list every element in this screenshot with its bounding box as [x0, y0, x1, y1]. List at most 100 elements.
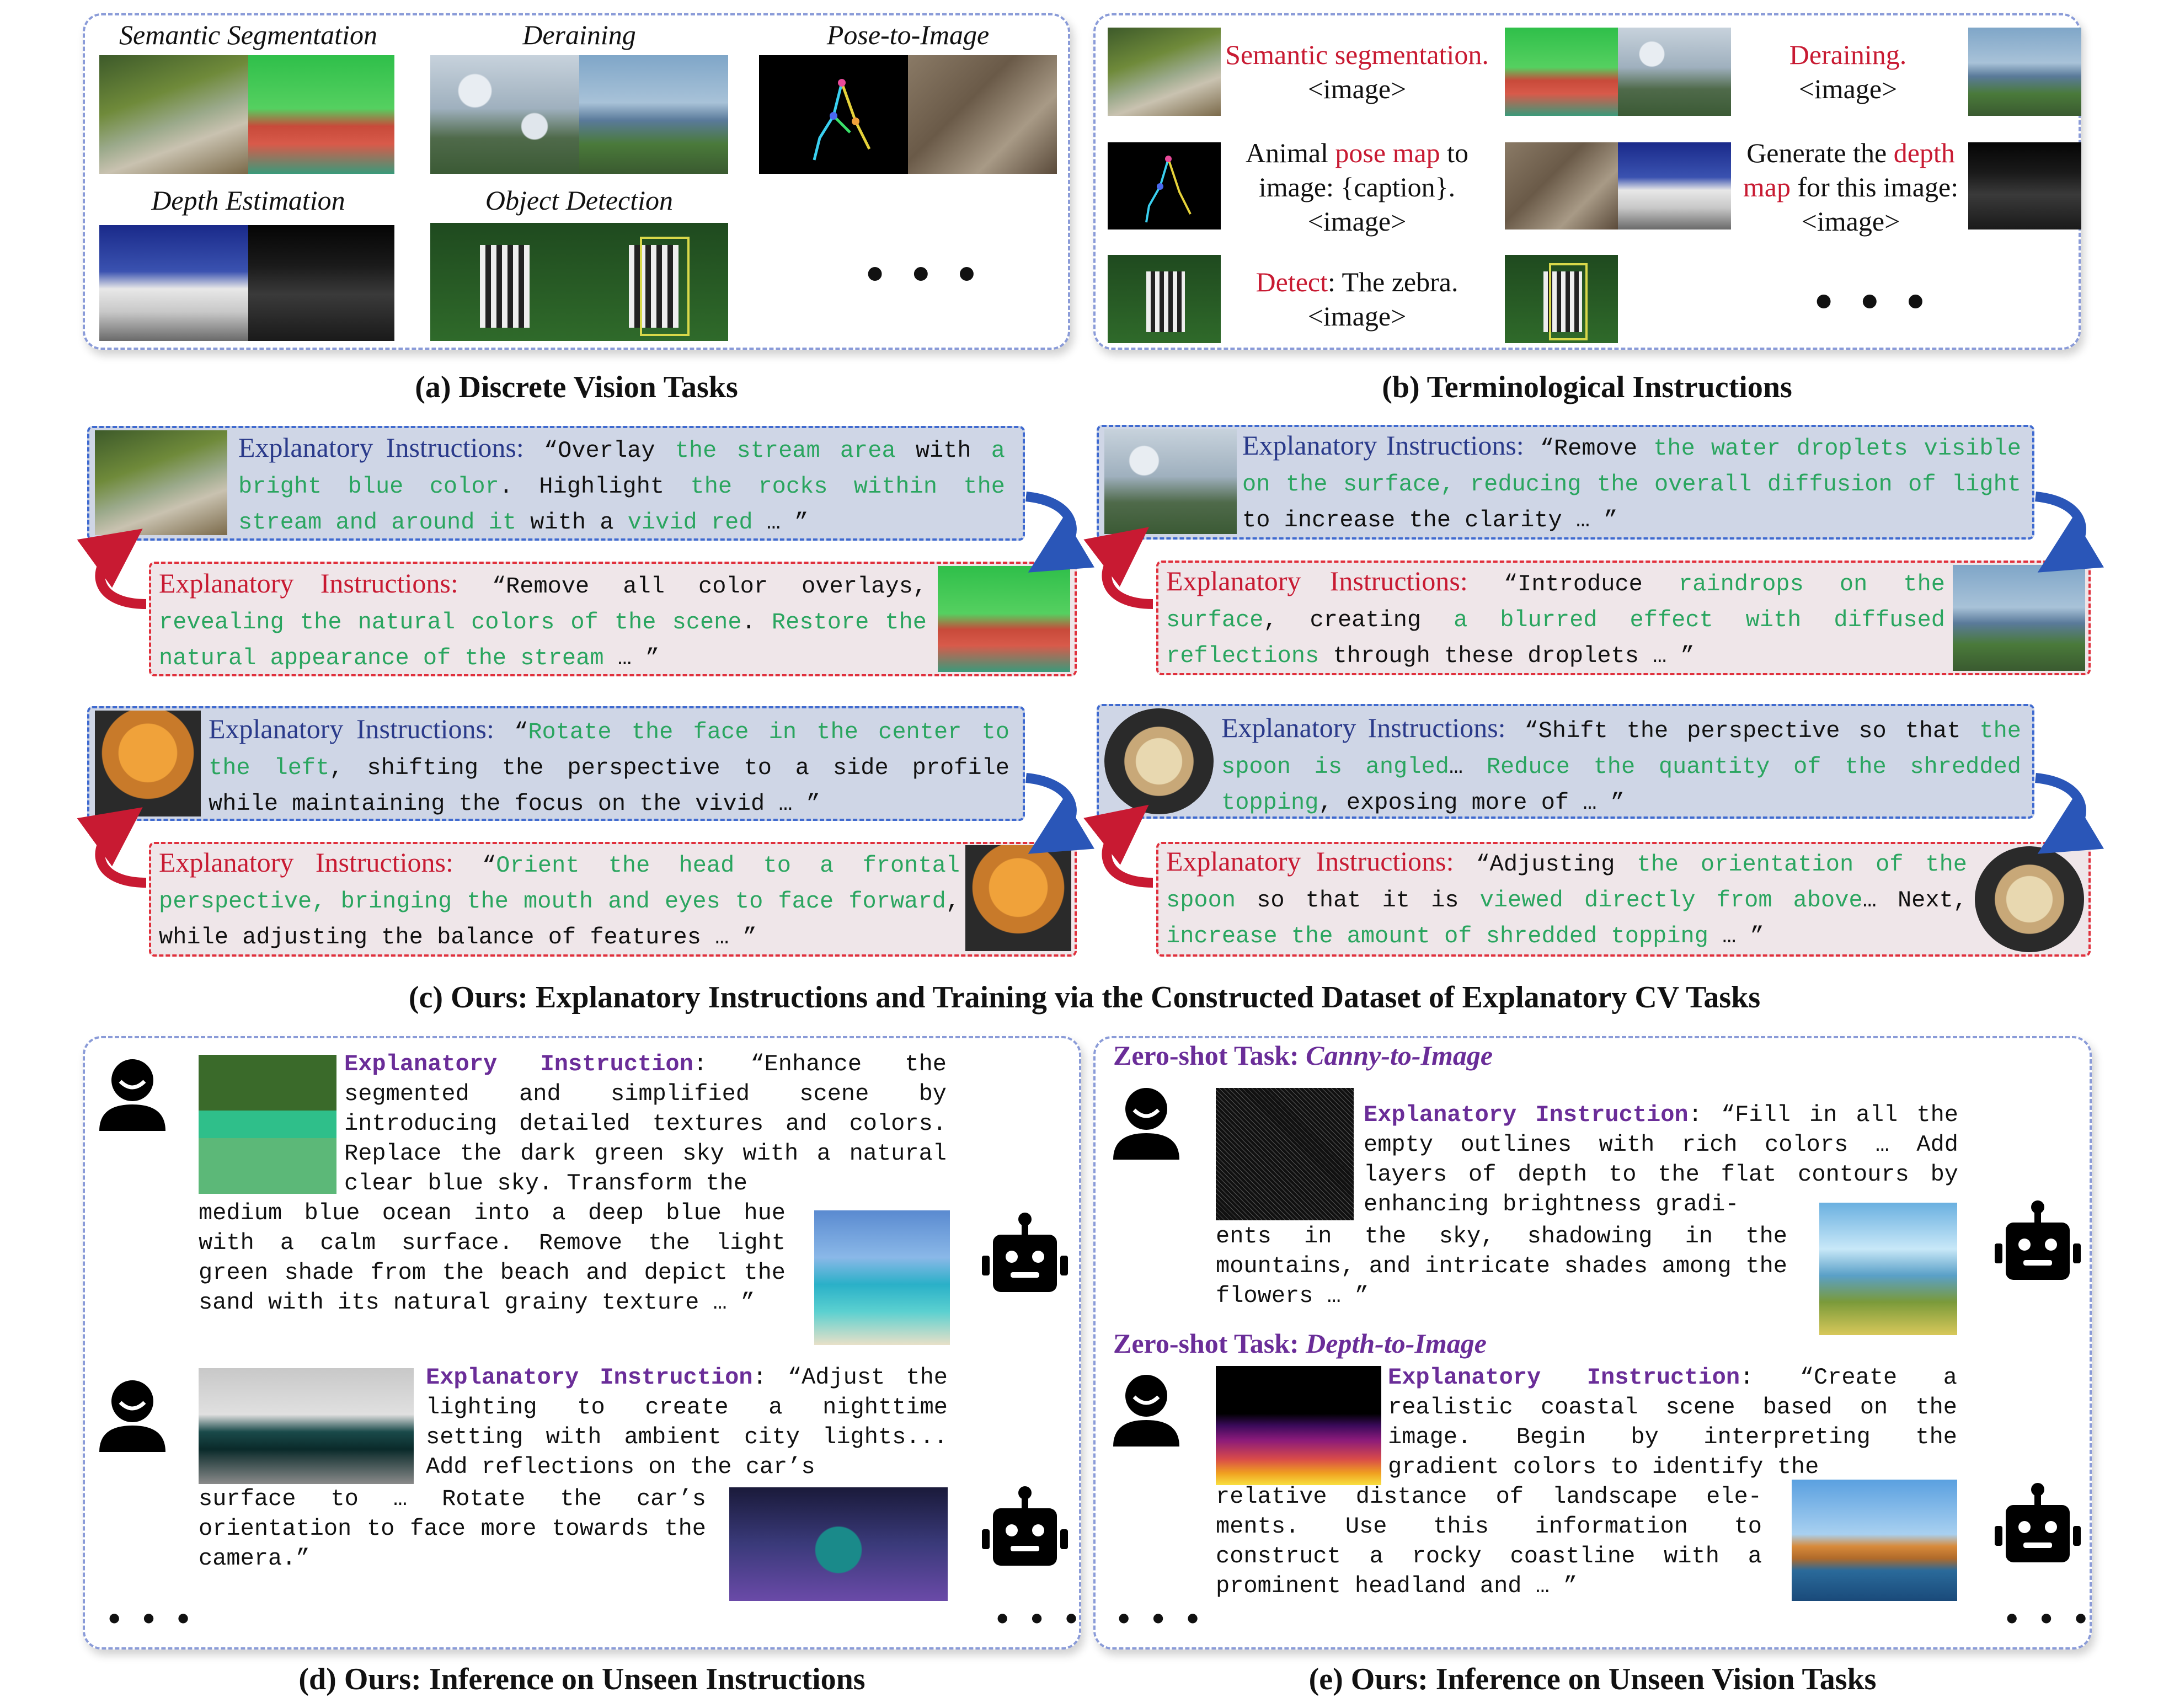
forest-stream-thumb	[95, 430, 227, 535]
detect-instruction: Detect: The zebra. <image>	[1225, 265, 1489, 333]
caption-b: (b) Terminological Instructions	[1382, 370, 1792, 404]
explanatory-text-8: Explanatory Instructions: “Adjusting the…	[1166, 846, 1967, 949]
segmentation-thumb	[938, 566, 1070, 672]
depth-image-token: <image>	[1801, 206, 1900, 237]
detect-post: : The zebra.	[1328, 266, 1459, 297]
blue-arrow-icon	[1025, 773, 1095, 854]
pose-pre: Animal	[1245, 137, 1335, 168]
explanatory-text-4: Explanatory Instructions: “Introduce rai…	[1166, 565, 1946, 669]
zebra-detection-image	[579, 223, 728, 341]
derain-keyword: Deraining.	[1789, 39, 1907, 70]
pose-instruction: Animal pose map to image: {caption}. <im…	[1225, 136, 1489, 238]
depth-pre: Generate the	[1746, 137, 1894, 168]
clear-sign-image	[579, 55, 728, 174]
clear-sign-thumb	[1953, 565, 2085, 671]
red-arrow-icon	[1083, 527, 1153, 609]
task-title-deraining: Deraining	[522, 19, 636, 50]
derain-instruction: Deraining. <image>	[1732, 38, 1964, 106]
explanatory-text-5: Explanatory Instructions: “Rotate the fa…	[209, 713, 1009, 817]
pose-map-thumb	[1108, 142, 1221, 229]
robot-icon	[1994, 1199, 2082, 1282]
explanatory-text-1: Explanatory Instructions: “Overlay the s…	[238, 432, 1005, 536]
robot-icon	[981, 1485, 1069, 1568]
instruction-e1-top: Explanatory Instruction: “Fill in all th…	[1364, 1102, 1958, 1218]
rainy-sign-image	[430, 55, 579, 174]
instruction-d1-top: Explanatory Instruction: “Enhance the se…	[344, 1051, 947, 1197]
zebra-thumb	[1108, 255, 1221, 343]
explanatory-text-7: Explanatory Instructions: “Shift the per…	[1221, 712, 2021, 816]
more-left-ellipsis: • • •	[1118, 1599, 1206, 1638]
caption-a: (a) Discrete Vision Tasks	[415, 370, 738, 404]
zebra-detection-thumb	[1505, 255, 1618, 343]
night-car-image	[729, 1487, 948, 1601]
caption-c: (c) Ours: Explanatory Instructions and T…	[408, 980, 1761, 1015]
explanatory-text-6: Explanatory Instructions: “Orient the he…	[159, 847, 960, 951]
robot-icon	[981, 1211, 1069, 1294]
instruction-d1-bottom: medium blue ocean into a deep blue hue w…	[199, 1200, 786, 1316]
derain-image-token: <image>	[1798, 73, 1898, 104]
caption-d: (d) Ours: Inference on Unseen Instructio…	[298, 1662, 866, 1696]
instruction-d2-top: Explanatory Instruction: “Adjust the lig…	[426, 1364, 948, 1480]
coastal-cliff-image	[1792, 1480, 1957, 1601]
user-avatar-icon	[98, 1379, 167, 1452]
bounding-box	[1549, 263, 1588, 340]
blue-arrow-icon	[2034, 773, 2104, 854]
depth-instruction: Generate the depth map for this image: <…	[1732, 136, 1969, 238]
zero-shot-title-depth: Zero-shot Task: Depth-to-Image	[1113, 1328, 1487, 1359]
more-instructions-ellipsis: • • •	[1815, 273, 1932, 329]
white-building-thumb	[1618, 142, 1731, 229]
robot-icon	[1994, 1482, 2082, 1565]
tropical-beach-image	[814, 1210, 950, 1345]
depth-map-thumb	[1968, 142, 2081, 229]
forest-stream-thumb	[1108, 28, 1221, 116]
instruction-d2-bottom: surface to … Rotate the car’s orientatio…	[199, 1486, 706, 1572]
more-right-ellipsis: • • •	[996, 1599, 1084, 1638]
monkey-thumb	[1505, 142, 1618, 229]
segmented-beach-image	[199, 1055, 336, 1194]
instruction-e2-bottom: relative distance of landscape ele-ments…	[1216, 1483, 1762, 1599]
task-title-pose-to-image: Pose-to-Image	[826, 19, 990, 50]
pose-keyword: pose map	[1335, 137, 1440, 168]
task-title-object-detection: Object Detection	[485, 185, 674, 216]
rainy-sign-thumb	[1104, 429, 1237, 534]
pose-map-image	[759, 55, 908, 174]
segmentation-map-image	[248, 55, 394, 174]
pose-skeleton-icon	[1145, 156, 1192, 223]
green-car-image	[199, 1368, 414, 1484]
food-bowl-thumb	[1975, 846, 2084, 952]
user-avatar-icon	[1112, 1087, 1180, 1160]
food-bowl-thumb	[1104, 708, 1214, 814]
task-title-semantic-segmentation: Semantic Segmentation	[119, 19, 377, 50]
red-arrow-icon	[1083, 804, 1153, 888]
zero-shot-title-canny: Zero-shot Task: Canny-to-Image	[1113, 1040, 1493, 1071]
canny-edge-image	[1216, 1088, 1354, 1220]
forest-stream-image	[99, 55, 248, 174]
pose-skeleton-icon	[813, 79, 871, 161]
more-left-ellipsis: • • •	[108, 1599, 196, 1638]
zebra-image	[430, 223, 579, 341]
seg-image-token: <image>	[1307, 73, 1407, 104]
label: Explanatory Instructions:	[238, 432, 524, 463]
caption-e: (e) Ours: Inference on Unseen Vision Tas…	[1308, 1662, 1877, 1696]
rainy-sign-thumb	[1618, 28, 1731, 116]
instruction-e2-top: Explanatory Instruction: “Create a reali…	[1388, 1364, 1957, 1480]
pose-image-token: <image>	[1307, 206, 1407, 237]
task-title-depth-estimation: Depth Estimation	[151, 185, 345, 216]
more-right-ellipsis: • • •	[2006, 1599, 2094, 1638]
seg-instruction: Semantic segmentation. <image>	[1219, 38, 1495, 106]
user-avatar-icon	[1112, 1374, 1180, 1447]
lion-mask-thumb	[965, 845, 1071, 951]
red-arrow-icon	[77, 807, 147, 888]
painted-landscape-image	[1819, 1203, 1957, 1335]
segmentation-thumb	[1505, 28, 1618, 116]
explanatory-text-2: Explanatory Instructions: “Remove all co…	[159, 568, 927, 671]
monkey-image	[908, 55, 1057, 174]
blue-arrow-icon	[1025, 492, 1095, 573]
white-building-image	[99, 225, 248, 341]
lion-mask-thumb	[95, 711, 201, 816]
depth-map-image	[248, 225, 394, 341]
more-tasks-ellipsis: • • •	[866, 245, 984, 302]
depth-post: for this image:	[1790, 172, 1959, 202]
red-arrow-icon	[77, 529, 147, 609]
user-avatar-icon	[98, 1058, 167, 1131]
